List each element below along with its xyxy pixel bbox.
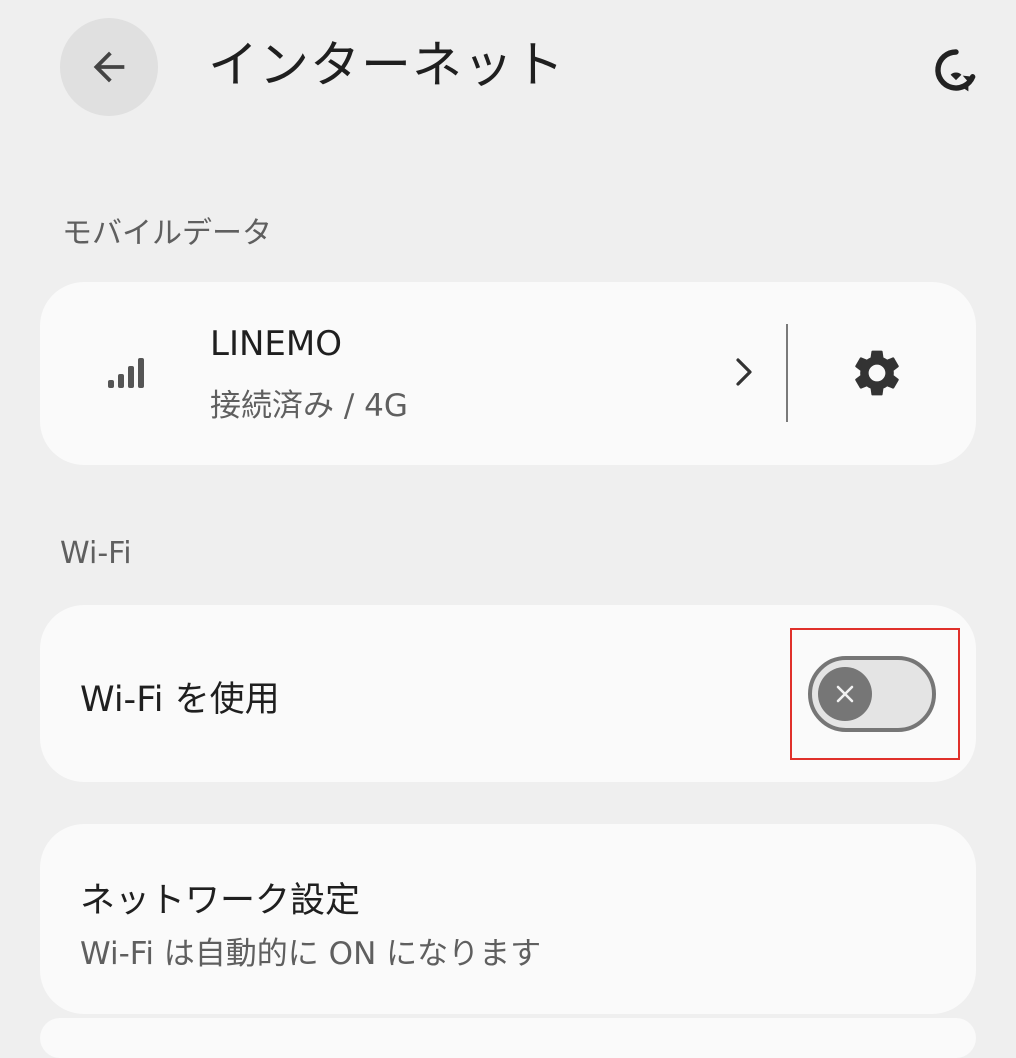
wifi-toggle-label: Wi-Fi を使用 [80, 680, 280, 720]
back-button[interactable] [60, 18, 158, 116]
network-settings-card[interactable]: ネットワーク設定 Wi-Fi は自動的に ON になります [40, 824, 976, 1014]
connection-status: 接続済み / 4G [210, 388, 408, 424]
network-reset-button[interactable] [924, 38, 988, 102]
highlight-box [790, 628, 960, 760]
network-settings-subtitle: Wi-Fi は自動的に ON になります [80, 936, 542, 972]
next-card-peek [40, 1018, 976, 1058]
mobile-data-card[interactable]: LINEMO 接続済み / 4G [40, 282, 976, 465]
gear-icon [855, 350, 899, 396]
chevron-right-icon [736, 358, 752, 386]
network-reset-icon [935, 49, 976, 92]
network-settings-title: ネットワーク設定 [80, 881, 361, 921]
carrier-settings-button[interactable] [842, 338, 912, 408]
arrow-back-icon [93, 51, 125, 83]
vertical-divider [786, 324, 788, 422]
page-title: インターネット [208, 36, 565, 94]
mobile-data-section-label: モバイルデータ [62, 216, 272, 251]
wifi-section-label: Wi-Fi [60, 536, 132, 571]
carrier-name: LINEMO [210, 324, 342, 364]
carrier-details-button[interactable] [720, 342, 768, 402]
signal-bars-icon [106, 354, 152, 390]
